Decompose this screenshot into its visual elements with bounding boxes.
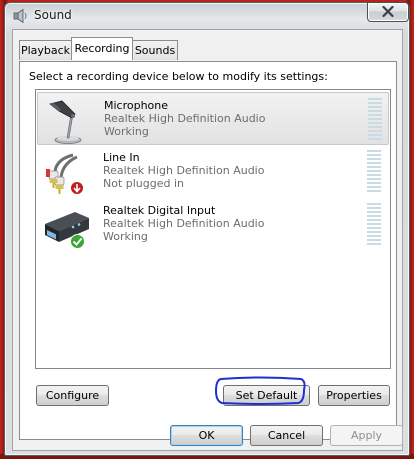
device-row-microphone[interactable]: Microphone Realtek High Definition Audio… bbox=[37, 92, 389, 145]
cancel-button[interactable]: Cancel bbox=[250, 425, 323, 446]
close-button[interactable] bbox=[367, 2, 409, 22]
recording-device-list[interactable]: Microphone Realtek High Definition Audio… bbox=[35, 89, 391, 369]
device-name: Realtek Digital Input bbox=[103, 204, 216, 217]
close-icon bbox=[382, 6, 394, 17]
instruction-text: Select a recording device below to modif… bbox=[29, 70, 328, 83]
device-status: Working bbox=[104, 125, 149, 138]
level-meter bbox=[368, 98, 382, 142]
speaker-icon bbox=[13, 8, 27, 24]
check-badge-icon bbox=[70, 234, 85, 249]
set-default-button[interactable]: Set Default bbox=[223, 385, 310, 406]
configure-button[interactable]: Configure bbox=[36, 385, 109, 406]
tab-recording[interactable]: Recording bbox=[71, 37, 133, 60]
window-title: Sound bbox=[34, 8, 72, 22]
microphone-icon bbox=[49, 100, 82, 144]
level-meter bbox=[367, 150, 381, 194]
tab-playback[interactable]: Playback bbox=[19, 40, 72, 60]
sound-dialog: Sound Playback Recording Sounds Select a… bbox=[4, 2, 410, 456]
apply-button[interactable]: Apply bbox=[330, 425, 403, 446]
dialog-client-area: Playback Recording Sounds Select a recor… bbox=[12, 29, 403, 451]
properties-button[interactable]: Properties bbox=[318, 385, 390, 406]
device-driver: Realtek High Definition Audio bbox=[103, 164, 265, 177]
not-plugged-badge-icon bbox=[70, 181, 84, 195]
ok-button[interactable]: OK bbox=[170, 425, 243, 446]
device-driver: Realtek High Definition Audio bbox=[103, 217, 265, 230]
device-name: Line In bbox=[103, 151, 140, 164]
device-status: Working bbox=[103, 230, 148, 243]
tab-sounds[interactable]: Sounds bbox=[132, 40, 178, 60]
device-name: Microphone bbox=[104, 99, 169, 112]
device-status: Not plugged in bbox=[103, 177, 185, 190]
device-row-realtek-digital-input[interactable]: Realtek Digital Input Realtek High Defin… bbox=[37, 198, 389, 251]
level-meter bbox=[367, 203, 381, 247]
device-row-line-in[interactable]: Line In Realtek High Definition Audio No… bbox=[37, 145, 389, 198]
device-driver: Realtek High Definition Audio bbox=[104, 112, 266, 125]
